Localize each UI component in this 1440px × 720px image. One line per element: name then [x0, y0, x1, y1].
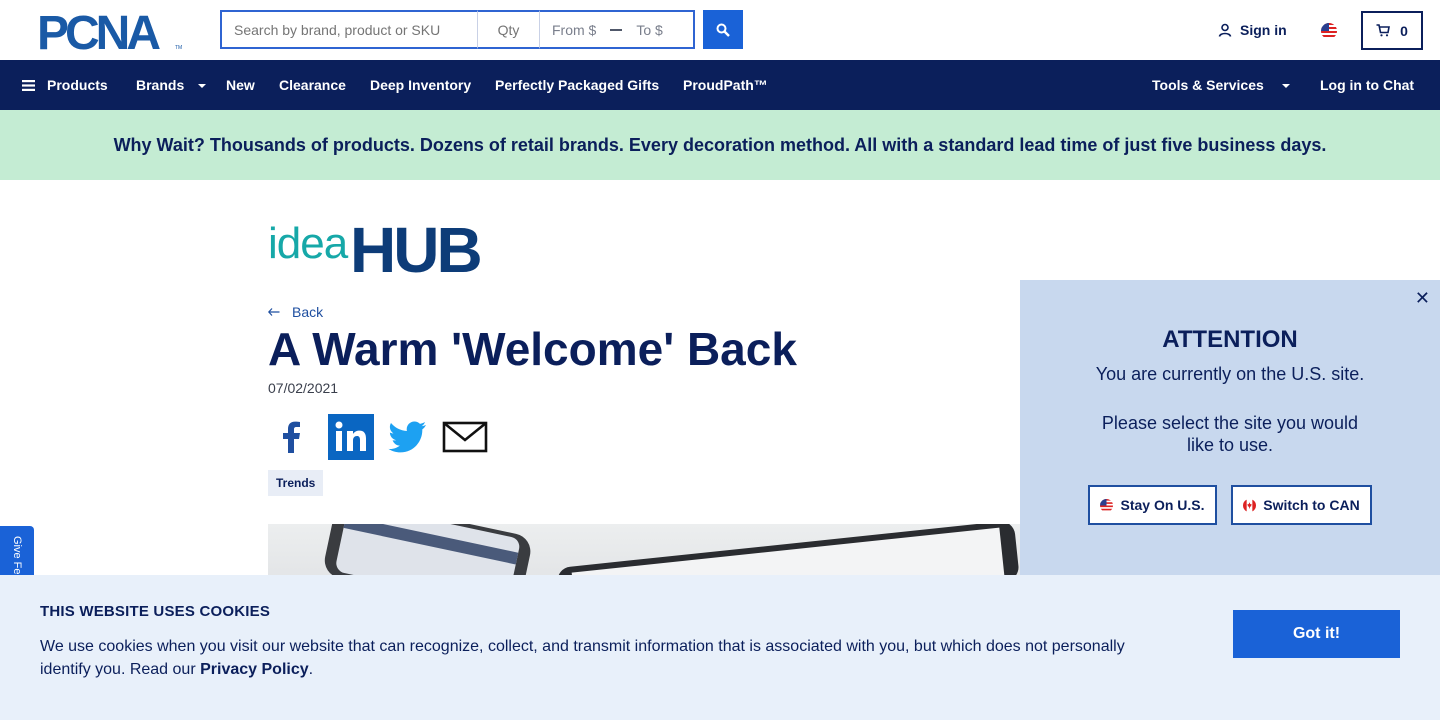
nav-chat[interactable]: Log in to Chat	[1320, 60, 1414, 110]
nav-chat-label: Log in to Chat	[1320, 77, 1415, 93]
search-icon	[716, 23, 730, 37]
nav-tools[interactable]: Tools & Services	[1152, 60, 1290, 110]
sign-in-link[interactable]: Sign in	[1218, 22, 1287, 38]
cookie-banner: THIS WEBSITE USES COOKIES We use cookies…	[0, 575, 1440, 720]
nav-deep-inventory[interactable]: Deep Inventory	[370, 60, 471, 110]
chevron-down-icon	[1281, 84, 1290, 88]
nav-clearance[interactable]: Clearance	[279, 60, 346, 110]
nav-new-label: New	[226, 77, 255, 93]
back-label: Back	[292, 304, 324, 320]
nav-gifts[interactable]: Perfectly Packaged Gifts	[495, 60, 659, 110]
promo-banner: Why Wait? Thousands of products. Dozens …	[0, 110, 1440, 180]
facebook-icon[interactable]	[270, 415, 314, 459]
nav-new[interactable]: New	[226, 60, 255, 110]
cookie-text: We use cookies when you visit our websit…	[40, 638, 1125, 678]
qty-input[interactable]	[478, 10, 540, 49]
modal-select-text: Please select the site you would like to…	[1101, 413, 1359, 455]
us-flag-icon[interactable]	[1321, 23, 1337, 39]
nav-clearance-label: Clearance	[279, 77, 346, 93]
nav-proudpath[interactable]: ProudPath™	[683, 60, 768, 110]
nav-tools-label: Tools & Services	[1152, 77, 1264, 93]
range-dash	[610, 28, 623, 31]
cookie-title: THIS WEBSITE USES COOKIES	[40, 603, 271, 620]
pcna-logo[interactable]: PCNA TM	[37, 12, 184, 50]
ideahub-logo[interactable]: idea HUB	[268, 212, 520, 276]
svg-text:HUB: HUB	[350, 214, 480, 276]
modal-current-site-text: You are currently on the U.S. site.	[1095, 364, 1365, 384]
price-from-input[interactable]: From $	[552, 22, 596, 38]
arrow-left-icon	[268, 308, 280, 316]
nav-proudpath-label: ProudPath™	[683, 77, 768, 93]
back-link[interactable]: Back	[268, 304, 323, 320]
user-icon	[1218, 23, 1232, 37]
stay-us-label: Stay On U.S.	[1120, 497, 1205, 513]
close-icon[interactable]: ✕	[1415, 288, 1430, 309]
price-to-input[interactable]: To $	[636, 22, 662, 38]
privacy-policy-link[interactable]: Privacy Policy	[200, 661, 309, 678]
nav-products-label: Products	[47, 77, 108, 93]
search-input[interactable]	[220, 10, 478, 49]
main-nav: Products Brands New Clearance Deep Inven…	[0, 60, 1440, 110]
article-title: A Warm 'Welcome' Back	[268, 323, 797, 375]
stay-us-button[interactable]: Stay On U.S.	[1088, 485, 1217, 525]
switch-can-label: Switch to CAN	[1263, 497, 1360, 513]
svg-text:idea: idea	[268, 219, 349, 268]
hamburger-icon	[22, 79, 35, 91]
cart-icon	[1376, 24, 1391, 37]
promo-banner-text: Why Wait? Thousands of products. Dozens …	[113, 134, 1327, 155]
nav-gifts-label: Perfectly Packaged Gifts	[495, 77, 660, 93]
chevron-down-icon	[198, 84, 207, 88]
site-header: PCNA TM From $ To $ Sign in	[0, 0, 1440, 60]
linkedin-icon[interactable]	[328, 414, 374, 460]
modal-title: ATTENTION	[1162, 326, 1298, 353]
canada-flag-icon	[1243, 498, 1257, 512]
nav-brands[interactable]: Brands	[136, 60, 207, 110]
site-select-modal: ✕ ATTENTION You are currently on the U.S…	[1020, 280, 1440, 580]
article-date: 07/02/2021	[268, 380, 339, 396]
nav-products[interactable]: Products	[22, 60, 108, 110]
switch-can-button[interactable]: Switch to CAN	[1231, 485, 1372, 525]
share-icons	[270, 414, 488, 460]
price-range: From $ To $	[540, 10, 695, 49]
us-flag-icon	[1100, 498, 1114, 512]
sign-in-label: Sign in	[1240, 22, 1287, 38]
email-icon[interactable]	[442, 420, 488, 454]
search-bar: From $ To $	[220, 10, 695, 49]
cart-count: 0	[1400, 22, 1408, 39]
got-it-button[interactable]: Got it!	[1233, 610, 1400, 658]
tag-trends[interactable]: Trends	[268, 470, 324, 496]
svg-text:PCNA: PCNA	[37, 12, 160, 50]
nav-brands-label: Brands	[136, 77, 185, 93]
svg-text:TM: TM	[175, 45, 182, 50]
twitter-icon[interactable]	[388, 420, 428, 454]
cart-button[interactable]: 0	[1361, 11, 1423, 50]
nav-deep-inventory-label: Deep Inventory	[370, 77, 472, 93]
search-button[interactable]	[703, 10, 743, 49]
